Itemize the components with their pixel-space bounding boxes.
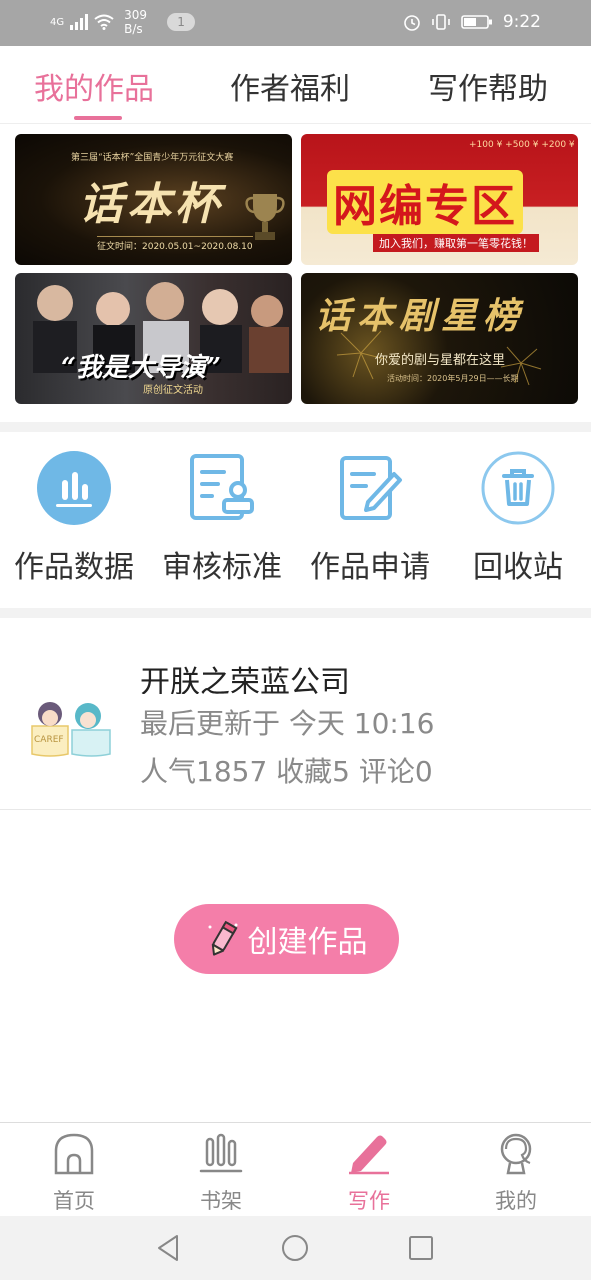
signal-icon <box>70 14 89 30</box>
wifi-icon <box>94 14 114 30</box>
edit-document-icon <box>340 456 402 520</box>
banner-subtitle: 加入我们，赚取第一笔零花钱！ <box>373 234 539 252</box>
speed-unit: B/s <box>124 22 143 36</box>
home-circle-icon[interactable] <box>279 1232 311 1264</box>
banner-title: 话本剧星榜 <box>315 295 526 337</box>
tab-my-works[interactable]: 我的作品 <box>34 64 154 108</box>
nav-write[interactable]: 写作 <box>319 1131 419 1215</box>
banner-star-ranking[interactable]: 话本剧星榜 你爱的剧与星都在这里 活动时间：2020年5月29日——长期 <box>301 273 578 404</box>
system-nav-bar <box>0 1216 591 1280</box>
home-icon <box>54 1133 94 1175</box>
quick-menu: 作品数据 审核标准 作品申请 回收站 <box>0 432 591 608</box>
status-right: 9:22 <box>403 12 541 32</box>
battery-icon <box>461 15 492 29</box>
banner-title: 网编专区 <box>327 170 523 234</box>
profile-icon <box>500 1133 532 1175</box>
menu-label: 作品申请 <box>310 550 430 585</box>
banner-note: +100 ¥ +500 ¥ +200 ¥ <box>469 140 575 150</box>
work-last-updated: 最后更新于 今天 10:16 <box>140 707 435 740</box>
work-title: 开朕之荣蓝公司 <box>140 665 350 694</box>
banner-editor-zone[interactable]: +100 ¥ +500 ¥ +200 ¥ 网编专区 加入我们，赚取第一笔零花钱！ <box>301 134 578 265</box>
speed-value: 309 <box>124 8 148 22</box>
nav-label: 我的 <box>495 1189 537 1213</box>
bookshelf-icon <box>199 1133 243 1173</box>
bottom-nav: 首页 书架 写作 我的 <box>0 1122 591 1216</box>
tab-writing-help[interactable]: 写作帮助 <box>428 64 548 108</box>
network-speed: 309 B/s <box>124 8 147 36</box>
trash-icon <box>481 451 555 525</box>
section-divider <box>0 608 591 618</box>
bar-chart-icon <box>37 451 111 525</box>
top-tabs: 我的作品 作者福利 写作帮助 <box>0 46 591 124</box>
menu-work-application[interactable]: 作品申请 <box>296 450 444 586</box>
menu-work-data[interactable]: 作品数据 <box>0 450 148 586</box>
banner-title: 话本杯 <box>79 179 223 230</box>
nav-label: 首页 <box>53 1189 95 1213</box>
alarm-icon <box>404 15 420 31</box>
work-stats: 人气1857 收藏5 评论0 <box>140 755 433 788</box>
banner-note: 活动时间：2020年5月29日——长期 <box>387 374 519 383</box>
status-left: 4G 309 B/s 1 <box>50 8 196 36</box>
banner-director-contest[interactable]: “我是大导演” 原创征文活动 <box>15 273 292 404</box>
nav-label: 书架 <box>200 1189 242 1213</box>
menu-label: 作品数据 <box>14 550 134 585</box>
banner-huaben-cup[interactable]: 第三届“话本杯”全国青少年万元征文大赛 话本杯 征文时间：2020.05.01~… <box>15 134 292 265</box>
back-icon[interactable] <box>153 1232 185 1264</box>
trophy-icon <box>245 194 285 240</box>
clock: 9:22 <box>502 12 541 32</box>
menu-review-standards[interactable]: 审核标准 <box>148 450 296 586</box>
create-work-button[interactable]: 创建作品 <box>174 904 399 974</box>
menu-label: 回收站 <box>473 550 563 585</box>
banner-note: 征文时间：2020.05.01~2020.08.10 <box>97 236 253 252</box>
notification-badge: 1 <box>167 13 196 31</box>
nav-home[interactable]: 首页 <box>24 1131 124 1215</box>
work-cover-image: CAREF <box>31 702 111 757</box>
recents-icon[interactable] <box>405 1232 437 1264</box>
banner-subtitle: 原创征文活动 <box>143 385 203 396</box>
banner-subtitle: 第三届“话本杯”全国青少年万元征文大赛 <box>71 153 234 163</box>
tab-indicator <box>74 116 122 120</box>
work-item[interactable]: CAREF 开朕之荣蓝公司 最后更新于 今天 10:16 人气1857 收藏5 … <box>0 620 591 810</box>
pencil-icon <box>208 920 238 956</box>
cover-text: CAREF <box>34 735 64 745</box>
banner-title: “我是大导演” <box>61 353 221 383</box>
section-divider <box>0 422 591 432</box>
status-bar: 4G 309 B/s 1 9:22 <box>0 0 591 46</box>
menu-label: 审核标准 <box>162 550 282 585</box>
banner-grid: 第三届“话本杯”全国青少年万元征文大赛 话本杯 征文时间：2020.05.01~… <box>15 134 578 406</box>
pen-icon <box>349 1135 389 1175</box>
banner-subtitle: 你爱的剧与星都在这里 <box>375 353 506 368</box>
nav-profile[interactable]: 我的 <box>466 1131 566 1215</box>
nav-bookshelf[interactable]: 书架 <box>171 1131 271 1215</box>
document-stamp-icon <box>190 454 254 520</box>
nav-label: 写作 <box>348 1189 390 1213</box>
vibrate-icon <box>432 14 450 30</box>
network-type: 4G <box>50 16 65 28</box>
menu-recycle-bin[interactable]: 回收站 <box>444 450 591 586</box>
create-work-label: 创建作品 <box>247 925 368 960</box>
tab-author-benefits[interactable]: 作者福利 <box>230 64 350 108</box>
